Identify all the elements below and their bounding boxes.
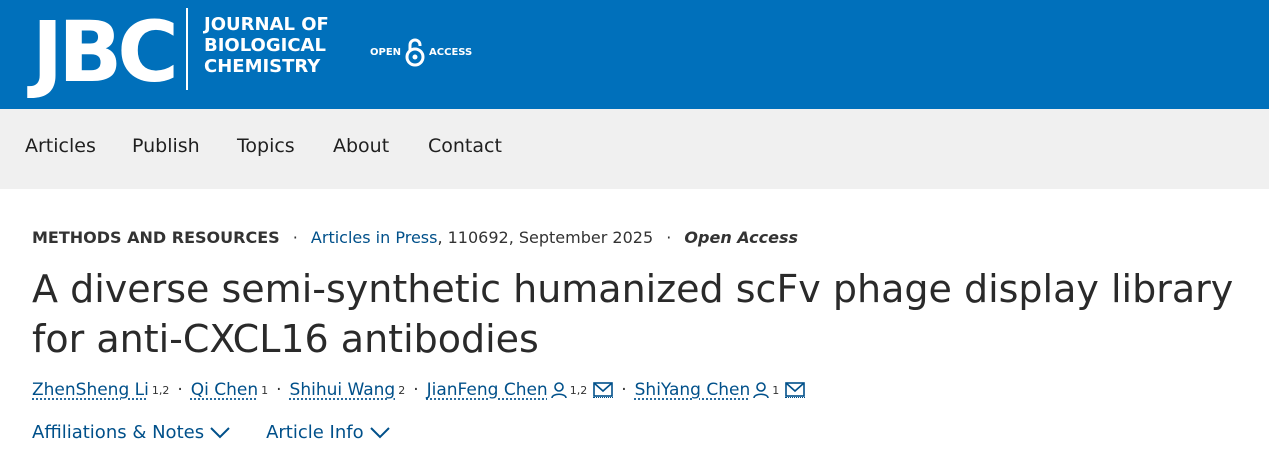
author-affiliation: 1 bbox=[261, 383, 269, 397]
separator-dot: · bbox=[276, 380, 282, 400]
issue-link[interactable]: Articles in Press bbox=[311, 228, 438, 247]
journal-name-line: CHEMISTRY bbox=[204, 56, 321, 77]
email-icon[interactable] bbox=[785, 382, 806, 398]
separator-dot: · bbox=[413, 380, 419, 400]
site-header: JBC JOURNAL OF BIOLOGICAL CHEMISTRY OPEN… bbox=[0, 0, 1269, 109]
author-affiliation: 1,2 bbox=[151, 383, 170, 397]
main-nav: Articles Publish Topics About Contact bbox=[0, 109, 1269, 189]
journal-name[interactable]: JOURNAL OF BIOLOGICAL CHEMISTRY bbox=[204, 14, 329, 77]
separator-dot: · bbox=[621, 380, 627, 400]
access-status: Open Access bbox=[684, 228, 799, 247]
article-type: METHODS AND RESOURCES bbox=[32, 228, 280, 247]
article-info-label: Article Info bbox=[266, 422, 364, 443]
journal-logo[interactable]: JBC bbox=[32, 4, 179, 100]
author-affiliation: 1,2 bbox=[569, 383, 588, 397]
open-access-badge: OPEN ACCESS bbox=[370, 36, 472, 68]
logo-divider bbox=[186, 8, 188, 90]
chevron-down-icon bbox=[210, 426, 230, 438]
affiliations-label: Affiliations & Notes bbox=[32, 422, 205, 443]
open-access-label-right: ACCESS bbox=[429, 46, 473, 58]
article-title: A diverse semi-synthetic humanized scFv … bbox=[32, 267, 1234, 361]
author-affiliation: 1 bbox=[772, 383, 780, 397]
author-link[interactable]: ZhenSheng Li bbox=[32, 380, 149, 400]
affiliations-toggle[interactable]: Affiliations & Notes bbox=[32, 422, 230, 443]
author-link[interactable]: Qi Chen bbox=[191, 380, 258, 400]
separator-dot: · bbox=[292, 228, 298, 247]
open-lock-icon bbox=[405, 38, 425, 67]
nav-articles[interactable]: Articles bbox=[25, 135, 96, 157]
nav-contact[interactable]: Contact bbox=[428, 135, 502, 157]
nav-publish[interactable]: Publish bbox=[132, 135, 200, 157]
journal-name-line: BIOLOGICAL bbox=[204, 35, 326, 56]
email-icon[interactable] bbox=[593, 382, 614, 398]
author-list: ZhenSheng Li 1,2 · Qi Chen 1 · Shihui Wa… bbox=[32, 380, 806, 400]
journal-name-line: JOURNAL OF bbox=[204, 14, 329, 35]
open-access-label-left: OPEN bbox=[370, 46, 402, 58]
issue-details: , 110692, September 2025 bbox=[437, 228, 654, 247]
chevron-down-icon bbox=[369, 426, 390, 438]
nav-about[interactable]: About bbox=[333, 135, 389, 157]
author-affiliation: 2 bbox=[398, 383, 406, 397]
separator-dot: · bbox=[177, 380, 183, 400]
author-link[interactable]: ShiYang Chen bbox=[635, 380, 751, 400]
article-info-toggle[interactable]: Article Info bbox=[266, 422, 390, 443]
author-link[interactable]: Shihui Wang bbox=[290, 380, 396, 400]
corresponding-author-icon bbox=[550, 381, 567, 399]
article-meta: METHODS AND RESOURCES · Articles in Pres… bbox=[32, 228, 798, 247]
corresponding-author-icon bbox=[753, 381, 770, 399]
nav-topics[interactable]: Topics bbox=[237, 135, 295, 157]
separator-dot: · bbox=[666, 228, 672, 247]
author-link[interactable]: JianFeng Chen bbox=[427, 380, 548, 400]
article-toggles: Affiliations & Notes Article Info bbox=[32, 422, 390, 443]
